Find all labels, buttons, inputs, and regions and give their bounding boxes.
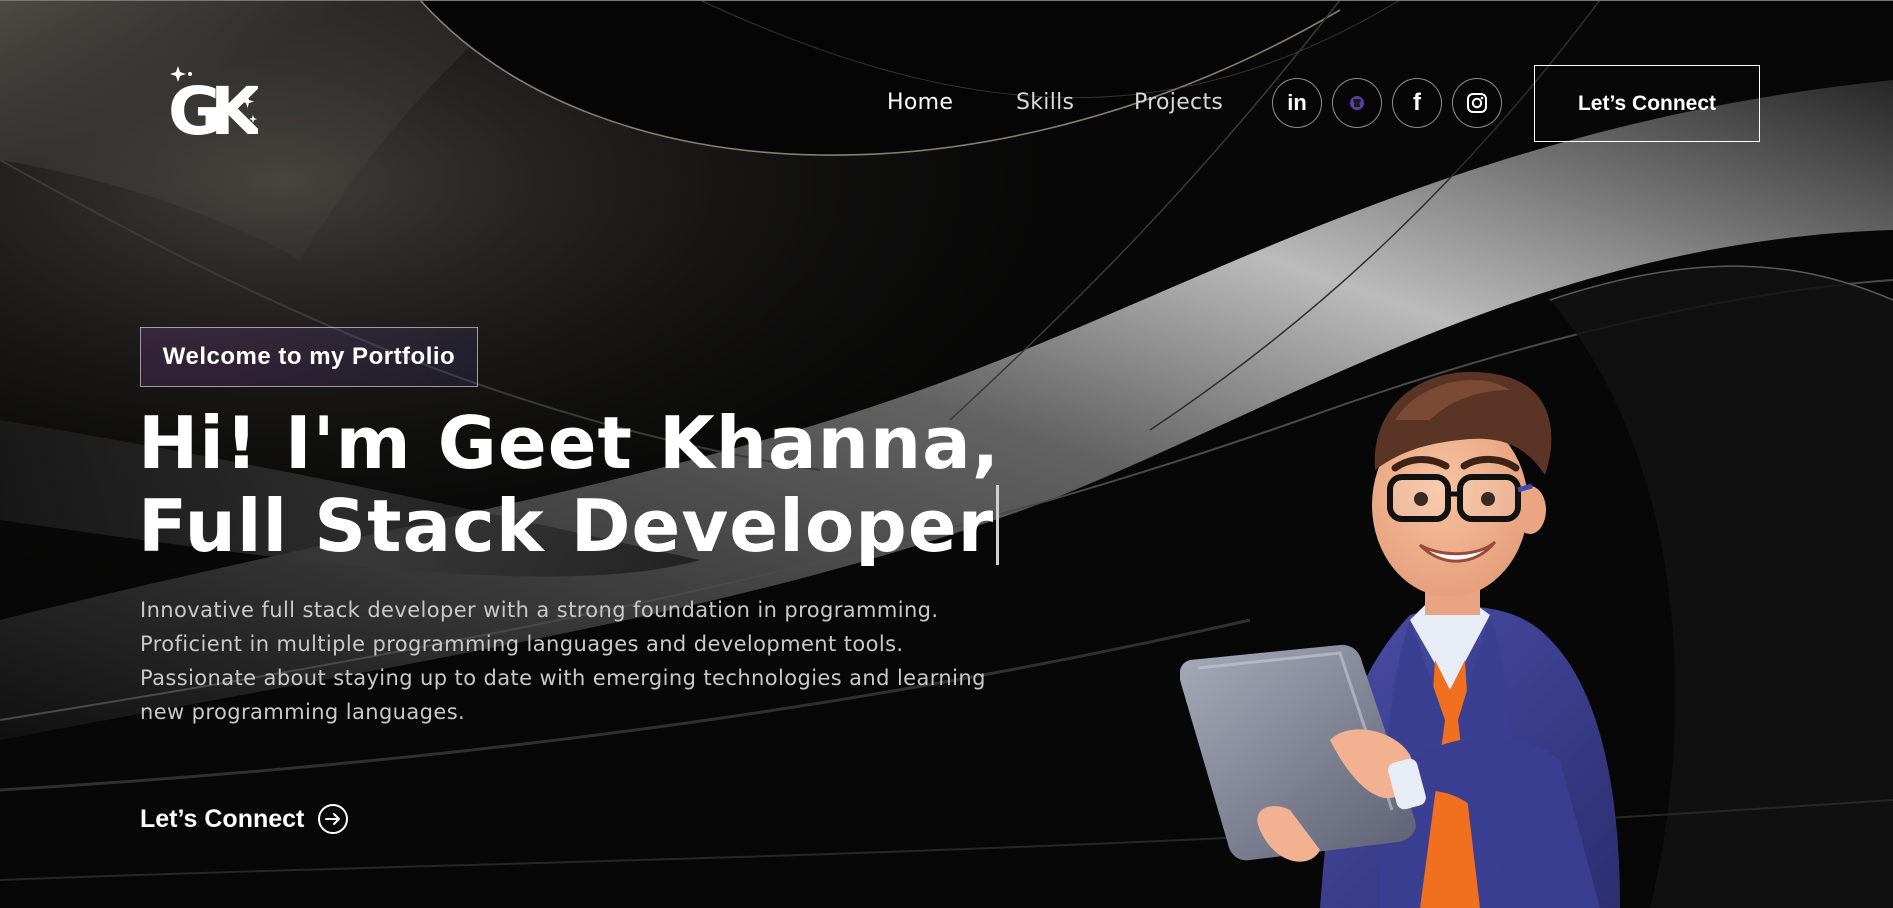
nav-projects-link[interactable]: Projects — [1134, 90, 1223, 115]
top-border — [0, 0, 1893, 1]
github-link[interactable] — [1332, 78, 1382, 128]
lets-connect-hero-button[interactable]: Let’s Connect — [140, 804, 349, 834]
lets-connect-label: Let’s Connect — [140, 804, 305, 833]
hero-title-line-2: Full Stack Developer — [138, 485, 1000, 568]
arrow-right-circle-icon — [318, 804, 349, 834]
description-line-4: new programming languages. — [140, 700, 466, 724]
instagram-link[interactable] — [1452, 78, 1502, 128]
description-line-2: Proficient in multiple programming langu… — [140, 632, 904, 656]
hero-title-line-1: Hi! I'm Geet Khanna, — [138, 401, 1001, 485]
linkedin-icon: in — [1287, 90, 1307, 115]
developer-avatar-illustration — [1180, 371, 1620, 908]
nav-home-link[interactable]: Home — [887, 90, 953, 115]
nav-skills-link[interactable]: Skills — [1016, 90, 1074, 115]
facebook-icon: f — [1413, 89, 1421, 116]
github-icon — [1350, 96, 1364, 110]
typing-cursor — [996, 485, 1000, 565]
instagram-icon — [1467, 93, 1487, 113]
facebook-link[interactable]: f — [1392, 78, 1442, 128]
description-line-3: Passionate about staying up to date with… — [140, 666, 986, 690]
linkedin-link[interactable]: in — [1272, 78, 1322, 128]
hero-title-role: Full Stack Developer — [138, 484, 995, 568]
description-line-1: Innovative full stack developer with a s… — [140, 598, 939, 622]
welcome-tagline: Welcome to my Portfolio — [140, 327, 478, 387]
hero-description: Innovative full stack developer with a s… — [140, 593, 1040, 729]
lets-connect-nav-button[interactable]: Let’s Connect — [1534, 65, 1760, 142]
hero-title: Hi! I'm Geet Khanna, Full Stack Develope… — [138, 402, 1000, 568]
